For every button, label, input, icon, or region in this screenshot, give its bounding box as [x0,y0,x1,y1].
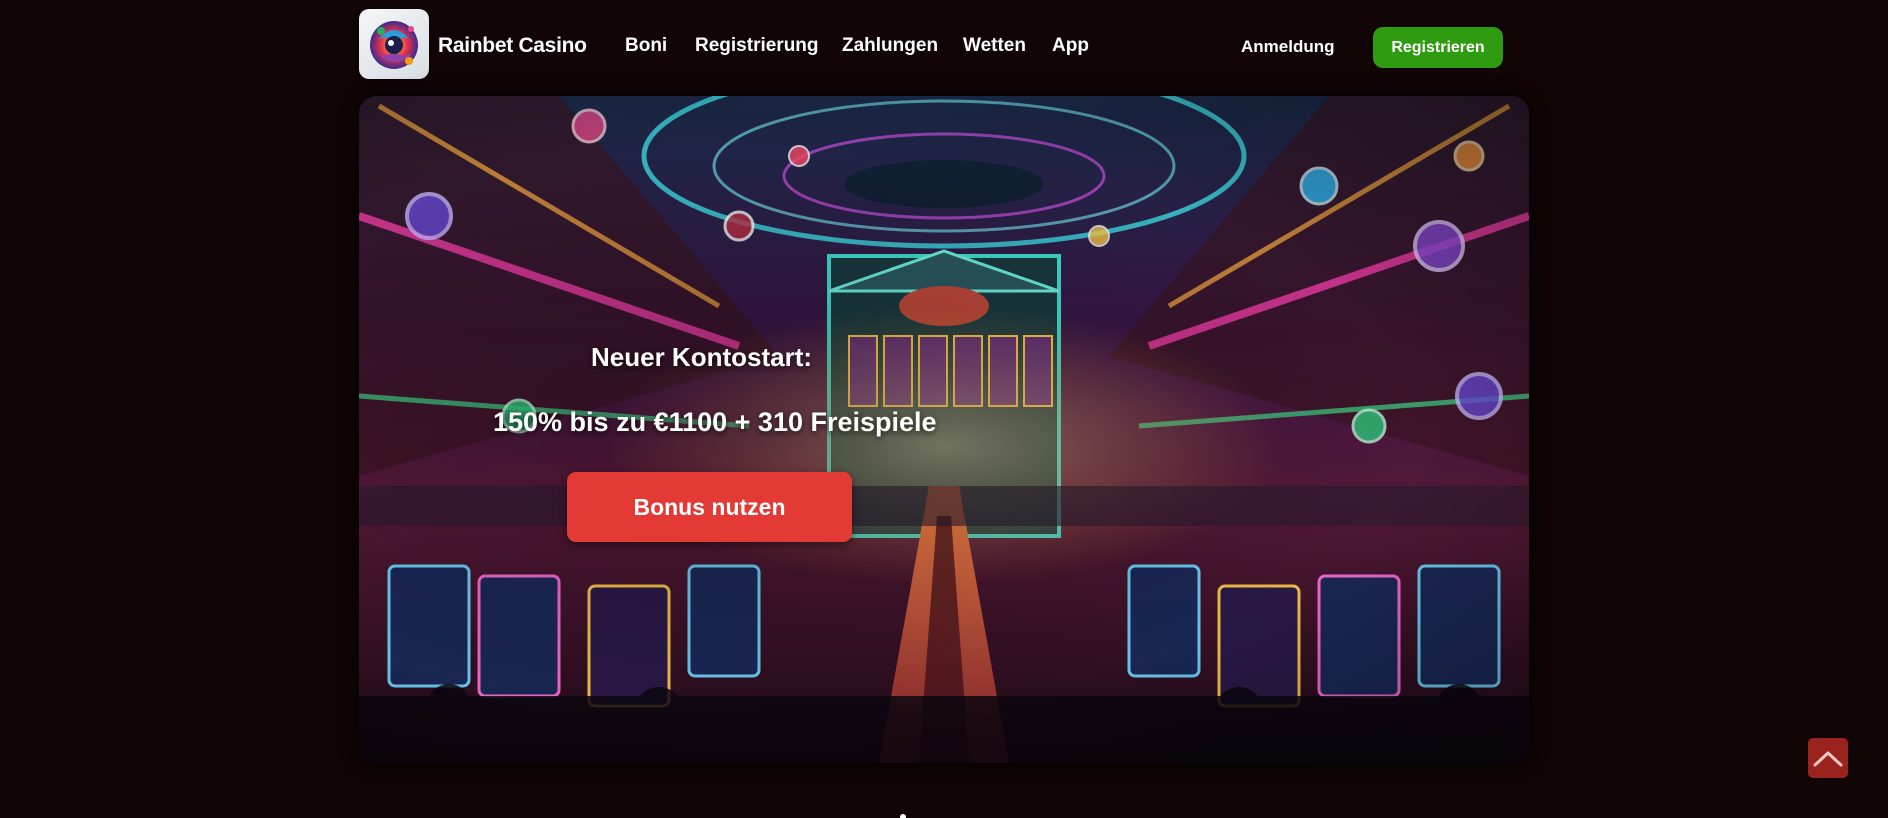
hero-banner: Neuer Kontostart: 150% bis zu €1100 + 31… [359,96,1529,763]
bonus-button[interactable]: Bonus nutzen [567,472,852,542]
login-link[interactable]: Anmeldung [1241,37,1335,57]
rainbet-logo-icon [370,21,418,69]
brand-name[interactable]: Rainbet Casino [438,34,587,58]
nav-item-zahlungen[interactable]: Zahlungen [842,35,938,57]
register-button[interactable]: Registrieren [1373,27,1503,68]
scroll-to-top-button[interactable] [1808,738,1848,778]
hero-kicker: Neuer Kontostart: [591,342,813,372]
nav-item-registrierung[interactable]: Registrierung [695,35,819,57]
hero-offer: 150% bis zu €1100 + 310 Freispiele [493,407,937,437]
top-navigation-bar: Rainbet Casino Boni Registrierung Zahlun… [0,0,1888,94]
nav-item-wetten[interactable]: Wetten [963,35,1026,57]
nav-item-boni[interactable]: Boni [625,35,667,57]
brand-logo[interactable] [359,9,429,79]
chevron-up-icon [1813,751,1843,767]
below-fold-content-peek [880,810,1010,818]
nav-item-app[interactable]: App [1052,35,1089,57]
